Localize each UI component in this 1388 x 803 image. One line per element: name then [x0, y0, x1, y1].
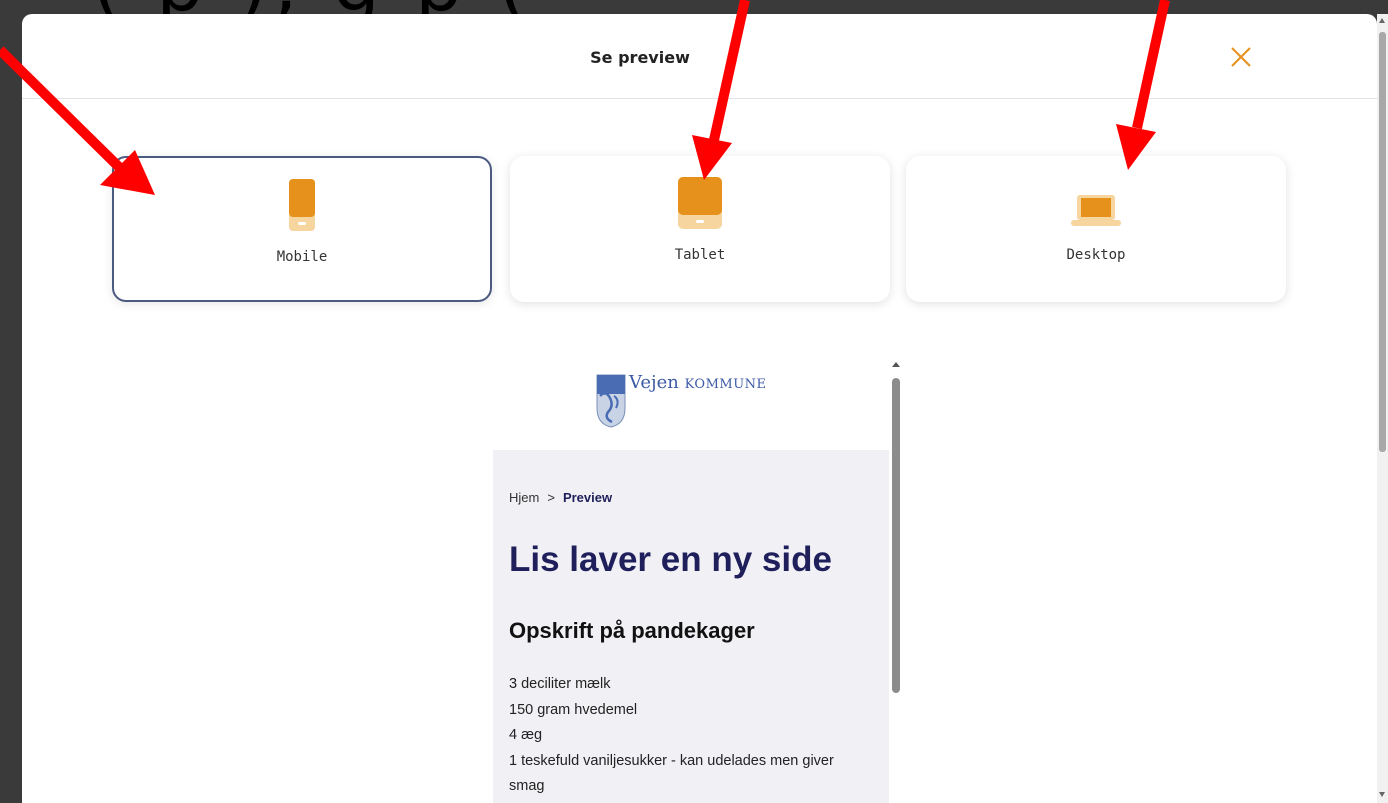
device-option-desktop[interactable]: Desktop — [906, 156, 1286, 302]
modal-title: Se preview — [590, 48, 690, 67]
breadcrumb-current: Preview — [562, 490, 613, 505]
mobile-icon — [289, 179, 315, 231]
ingredient-item: 150 gram hvedemel — [509, 701, 638, 718]
logo-suffix: KOMMUNE — [684, 377, 767, 392]
breadcrumb-home[interactable]: Hjem — [509, 490, 539, 505]
preview-site-header: Vejen KOMMUNE — [493, 356, 889, 450]
preview-frame: Vejen KOMMUNE Hjem > Preview Lis laver en … — [493, 356, 903, 803]
page-title: Lis laver en ny side — [509, 540, 832, 579]
scroll-up-icon[interactable] — [1379, 18, 1385, 23]
scroll-down-icon[interactable] — [1379, 792, 1385, 797]
page-scroll-thumb[interactable] — [1379, 32, 1386, 452]
device-label-mobile: Mobile — [276, 249, 328, 265]
vejen-kommune-logo — [596, 374, 626, 428]
ingredient-list: 3 deciliter mælk 150 gram hvedemel 4 æg … — [509, 672, 869, 800]
preview-scrollbar[interactable] — [889, 356, 903, 803]
close-icon — [1231, 47, 1251, 67]
recipe-heading: Opskrift på pandekager — [509, 618, 755, 643]
ingredient-item: 4 æg — [509, 727, 543, 743]
logo-name: Vejen — [629, 372, 679, 393]
preview-modal: Se preview Mobile Tablet Desktop Vejen K… — [22, 14, 1377, 803]
page-scrollbar[interactable] — [1377, 14, 1388, 803]
desktop-icon — [1071, 195, 1121, 226]
device-label-tablet: Tablet — [674, 247, 726, 263]
tablet-icon — [678, 177, 722, 229]
preview-scroll-thumb[interactable] — [892, 378, 900, 693]
logo-text: Vejen KOMMUNE — [629, 372, 767, 393]
scroll-up-icon[interactable] — [892, 362, 900, 367]
ingredient-item: 1 teskefuld vaniljesukker - kan udelades… — [509, 752, 834, 795]
device-label-desktop: Desktop — [1066, 247, 1126, 263]
ingredient-item: 3 deciliter mælk — [509, 676, 611, 692]
breadcrumb-separator: > — [547, 490, 555, 505]
close-button[interactable] — [1228, 44, 1254, 70]
modal-header: Se preview — [22, 14, 1377, 99]
device-option-mobile[interactable]: Mobile — [112, 156, 492, 302]
device-option-tablet[interactable]: Tablet — [510, 156, 890, 302]
annotation-overlay-text: ( p ), g p ( — [0, 0, 1388, 14]
preview-content: Hjem > Preview Lis laver en ny side Opskri… — [493, 450, 889, 803]
breadcrumb: Hjem > Preview — [509, 490, 612, 505]
